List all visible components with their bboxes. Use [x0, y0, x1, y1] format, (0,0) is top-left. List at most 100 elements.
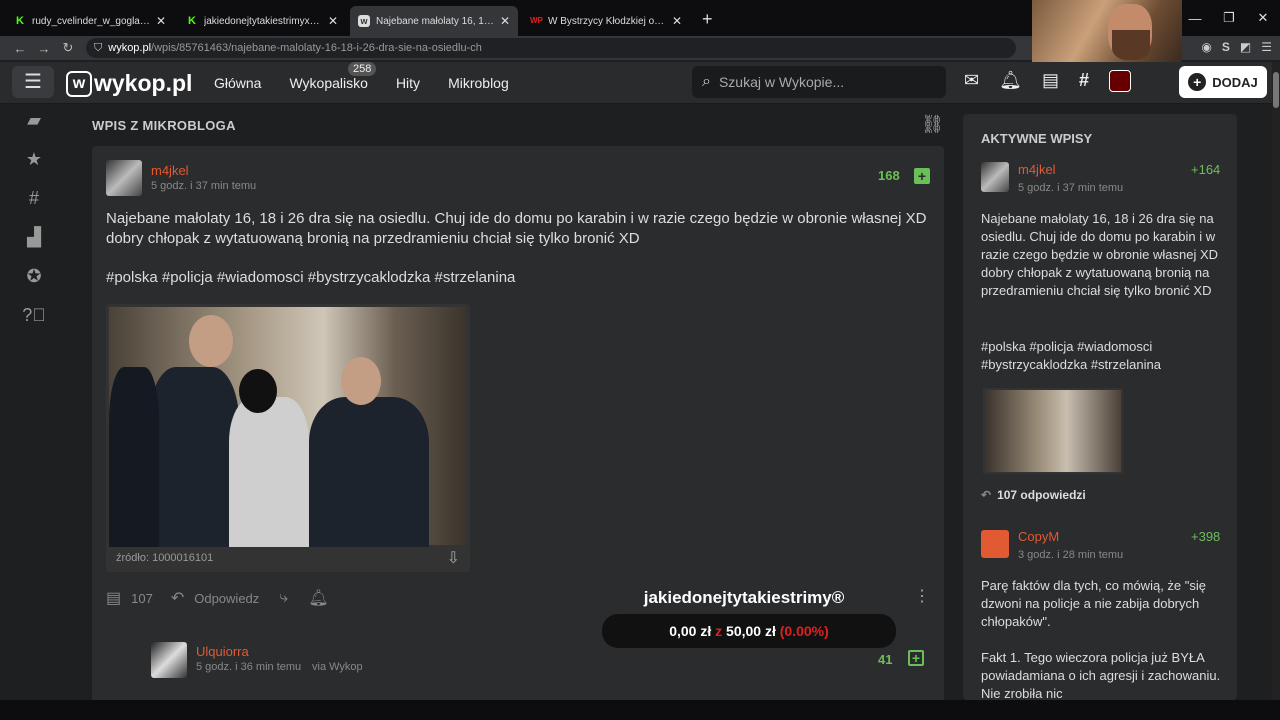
close-icon[interactable]: ✕	[156, 14, 166, 28]
reply-time: 5 godz. i 36 min temu	[196, 661, 302, 673]
main-content: WPIS Z MIKROBLOGA ⛓ m4jkel 5 godz. i 37 …	[92, 104, 954, 700]
help-icon[interactable]: ?⃝	[22, 305, 46, 326]
comments-icon[interactable]: ▤	[1042, 70, 1059, 92]
wykop-icon[interactable]: ▰	[27, 110, 41, 131]
avatar[interactable]	[981, 530, 1009, 558]
nav-wykopalisko[interactable]: Wykopalisko	[289, 75, 367, 91]
comments-count[interactable]: 107	[131, 591, 153, 606]
wykop-logo[interactable]: w wykop.pl	[66, 70, 192, 97]
download-icon[interactable]: ⇩	[447, 548, 460, 568]
extension-icon[interactable]: ◉	[1201, 40, 1211, 54]
officer-figure	[149, 367, 239, 547]
new-tab-button[interactable]: +	[702, 9, 713, 30]
entry-time: 5 godz. i 37 min temu	[1018, 182, 1124, 194]
url-domain: wykop.pl	[108, 42, 152, 54]
avatar[interactable]	[981, 162, 1009, 192]
reply-author[interactable]: Ulquiorra	[196, 644, 249, 659]
badge-icon[interactable]: ✪	[26, 266, 41, 287]
post-image[interactable]: źródło: 1000016101 ⇩	[106, 304, 470, 572]
hamburger-menu-button[interactable]: ☰	[12, 66, 54, 98]
star-icon[interactable]: ★	[26, 149, 42, 170]
post-tags[interactable]: #polska #policja #wiadomosci #bystrzycak…	[106, 269, 515, 286]
active-entries-panel: AKTYWNE WPISY m4jkel 5 godz. i 37 min te…	[963, 114, 1237, 700]
browser-tab-4[interactable]: WP W Bystrzycy Kłodzkiej obowiązy ✕	[522, 6, 690, 36]
nav-glowna[interactable]: Główna	[214, 75, 261, 91]
entry-text-continued[interactable]: Fakt 1. Tego wieczora policja już BYŁA p…	[981, 649, 1225, 700]
post-actions: ▤ 107 ↶ Odpowiedz ⤷ 🔔︎	[106, 588, 329, 608]
nav-mikroblog[interactable]: Mikroblog	[448, 75, 509, 91]
entry-replies[interactable]: ↶ 107 odpowiedzi	[981, 488, 1086, 502]
header-icons: ✉ 🔔︎ ▤ #	[964, 70, 1131, 92]
bottom-bar	[0, 700, 1280, 720]
close-window-icon[interactable]: ✕	[1246, 10, 1280, 26]
nav-hity[interactable]: Hity	[396, 75, 420, 91]
upvote-button[interactable]: +	[908, 650, 924, 666]
close-icon[interactable]: ✕	[672, 14, 682, 28]
main-nav: Główna Wykopalisko Hity Mikroblog	[214, 75, 537, 91]
close-icon[interactable]: ✕	[500, 14, 510, 28]
forward-icon[interactable]: →	[32, 41, 56, 56]
more-options-icon[interactable]: ⋮	[914, 586, 930, 606]
hashtag-icon[interactable]: #	[29, 188, 39, 209]
avatar[interactable]	[151, 642, 187, 678]
site-header: ☰ w wykop.pl Główna Wykopalisko Hity Mik…	[0, 62, 1280, 104]
wykop-logo-icon: w	[66, 70, 92, 97]
browser-tab-3[interactable]: w Najebane małolaty 16, 18 i 26 d ✕	[350, 6, 518, 36]
entry-votes: +164	[1191, 162, 1221, 177]
browser-tab-1[interactable]: K rudy_cvelinder_w_goglach Strea ✕	[6, 6, 174, 36]
reply-via: via Wykop	[312, 661, 363, 673]
entry-time: 3 godz. i 28 min temu	[1018, 549, 1124, 561]
webcam-beard	[1112, 30, 1150, 60]
ranking-icon[interactable]: ▟	[27, 227, 41, 248]
extension-s-icon[interactable]: S	[1222, 40, 1230, 54]
replies-count: 107 odpowiedzi	[997, 488, 1086, 502]
reload-icon[interactable]: ↻	[56, 40, 80, 56]
reply-icon[interactable]: ↶	[171, 588, 184, 608]
scrollbar[interactable]	[1272, 62, 1280, 700]
donation-goal: 0,00 zł z 50,00 zł (0.00%)	[602, 614, 896, 648]
plus-icon: +	[1188, 73, 1207, 91]
add-button[interactable]: + DODAJ	[1179, 66, 1267, 98]
entry-text[interactable]: Parę faktów dla tych, co mówią, że "się …	[981, 577, 1225, 631]
notifications-bell-icon[interactable]: 🔔︎	[999, 70, 1022, 92]
logo-text: wykop.pl	[94, 70, 193, 96]
share-icon[interactable]: ⤷	[279, 589, 288, 607]
comments-icon[interactable]: ▤	[106, 588, 121, 608]
entry-text[interactable]: Najebane małolaty 16, 18 i 26 dra się na…	[981, 210, 1225, 300]
wykopalisko-count-badge: 258	[348, 62, 377, 76]
entry-tags[interactable]: #polska #policja #wiadomosci #bystrzycak…	[981, 338, 1225, 374]
stream-donation-overlay: jakiedonejtytakiestrimy® 0,00 zł z 50,00…	[602, 588, 896, 658]
link-icon[interactable]: ⛓	[921, 114, 944, 135]
suspect-figure	[229, 397, 309, 547]
add-label: DODAJ	[1212, 74, 1258, 90]
messages-icon[interactable]: ✉	[964, 70, 979, 92]
upvote-button[interactable]: +	[914, 168, 930, 184]
tab-title: W Bystrzycy Kłodzkiej obowiązy	[548, 15, 668, 27]
wykop-favicon-icon: w	[358, 15, 370, 27]
entry-author[interactable]: m4jkel	[1018, 162, 1056, 177]
minimize-icon[interactable]: —	[1178, 11, 1212, 26]
user-avatar[interactable]	[1108, 70, 1131, 92]
photo-scene	[109, 307, 466, 547]
post-author[interactable]: m4jkel	[151, 163, 189, 178]
suspect-head	[239, 369, 277, 413]
browser-tab-2[interactable]: K jakiedonejtytakiestrimyxD Strea ✕	[178, 6, 346, 36]
extension-icon[interactable]: ◩	[1240, 40, 1251, 54]
entry-author[interactable]: CopyM	[1018, 529, 1059, 544]
reply-button[interactable]: Odpowiedz	[194, 591, 259, 606]
search-input[interactable]: ⌕ Szukaj w Wykopie...	[692, 66, 946, 98]
observe-bell-icon[interactable]: 🔔︎	[308, 588, 328, 608]
url-field[interactable]: ⛉ wykop.pl /wpis/85761463/najebane-malol…	[86, 38, 1016, 58]
hashtag-icon[interactable]: #	[1079, 70, 1089, 92]
entry-thumbnail[interactable]	[983, 388, 1123, 474]
avatar[interactable]	[106, 160, 142, 196]
webcam-overlay	[1032, 0, 1182, 62]
scrollbar-thumb[interactable]	[1273, 72, 1279, 108]
restore-icon[interactable]: ❐	[1212, 10, 1246, 26]
menu-icon[interactable]: ☰	[1261, 40, 1272, 54]
extensions-bar: ◉ S ◩ ☰	[1201, 40, 1272, 54]
close-icon[interactable]: ✕	[328, 14, 338, 28]
donation-amount: 0,00 zł	[669, 623, 712, 639]
panel-title: AKTYWNE WPISY	[981, 131, 1093, 146]
back-icon[interactable]: ←	[8, 41, 32, 56]
